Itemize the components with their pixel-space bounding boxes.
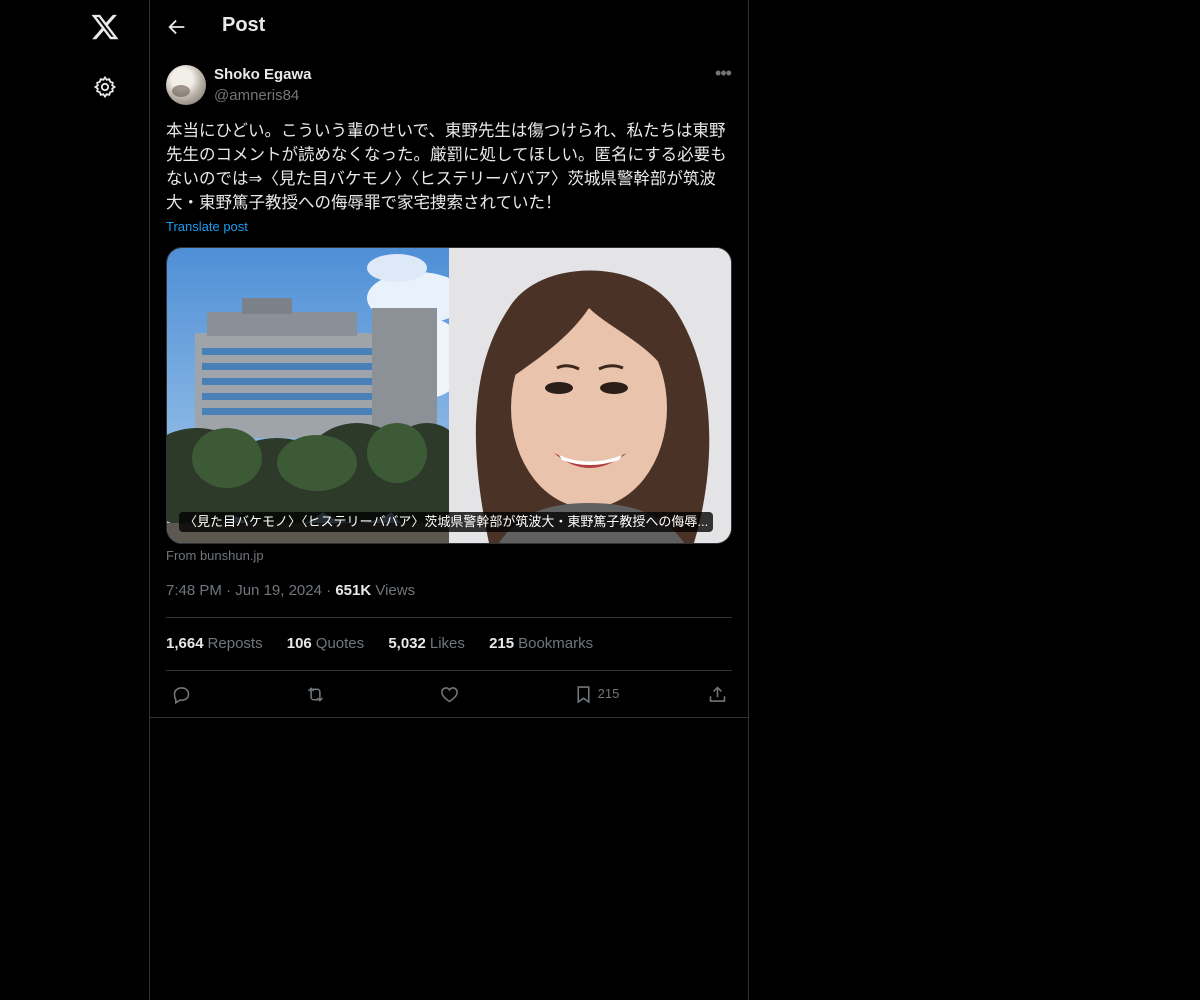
author-display-name[interactable]: Shoko Egawa <box>214 66 312 83</box>
likes-label: Likes <box>429 635 465 652</box>
quotes-stat[interactable]: 106 Quotes <box>287 635 364 652</box>
author-handle[interactable]: @amneris84 <box>214 87 299 104</box>
gear-icon[interactable] <box>93 75 117 99</box>
card-image-portrait <box>449 248 731 543</box>
meta-separator: · <box>226 582 236 599</box>
card-caption: 〈見た目バケモノ〉〈ヒステリーババア〉茨城県警幹部が筑波大・東野篤子教授への侮辱… <box>179 512 714 532</box>
reposts-stat[interactable]: 1,664 Reposts <box>166 635 263 652</box>
bookmarks-stat[interactable]: 215 Bookmarks <box>489 635 593 652</box>
divider <box>166 617 732 618</box>
card-source[interactable]: From bunshun.jp <box>166 548 264 563</box>
arrow-left-icon[interactable] <box>166 16 188 38</box>
post-date[interactable]: Jun 19, 2024 <box>235 582 322 599</box>
card-image-building <box>167 248 449 543</box>
quotes-label: Quotes <box>315 635 365 652</box>
bookmark-count: 215 <box>597 685 620 701</box>
repost-icon[interactable] <box>305 684 326 706</box>
views-count: 651K <box>335 582 372 599</box>
meta-separator: · <box>326 582 336 599</box>
x-logo-icon[interactable] <box>90 12 120 42</box>
main-column: Post Shoko Egawa @amneris84 ••• 本当にひどい。こ… <box>149 0 749 1000</box>
likes-count: 5,032 <box>388 635 426 652</box>
bookmark-icon <box>573 686 594 704</box>
translate-post-link[interactable]: Translate post <box>166 219 248 234</box>
share-icon[interactable] <box>707 684 728 706</box>
post-time[interactable]: 7:48 PM <box>166 582 222 599</box>
likes-stat[interactable]: 5,032 Likes <box>388 635 465 652</box>
reposts-label: Reposts <box>207 635 263 652</box>
reply-icon[interactable] <box>171 684 192 706</box>
divider <box>150 717 748 718</box>
engagement-stats: 1,664 Reposts 106 Quotes 5,032 Likes 215 Boo… <box>166 635 613 652</box>
bookmark-button[interactable]: 215 <box>573 684 619 706</box>
page-title: Post <box>222 14 266 36</box>
top-bar: Post <box>150 0 748 53</box>
bookmarks-count: 215 <box>489 635 515 652</box>
link-card[interactable]: 〈見た目バケモノ〉〈ヒステリーババア〉茨城県警幹部が筑波大・東野篤子教授への侮辱… <box>166 247 732 544</box>
left-nav <box>0 0 149 1000</box>
post-text: 本当にひどい。こういう輩のせいで、東野先生は傷つけられ、私たちは東野先生のコメン… <box>166 122 727 212</box>
more-options-icon[interactable]: ••• <box>712 64 734 84</box>
bookmarks-label: Bookmarks <box>518 635 594 652</box>
action-bar: 215 <box>150 670 748 718</box>
views-label: Views <box>375 582 416 599</box>
post-meta: 7:48 PM · Jun 19, 2024 · 651K Views <box>166 582 415 599</box>
avatar[interactable] <box>166 65 206 105</box>
quotes-count: 106 <box>286 635 312 652</box>
heart-icon[interactable] <box>439 684 460 706</box>
reposts-count: 1,664 <box>166 635 204 652</box>
